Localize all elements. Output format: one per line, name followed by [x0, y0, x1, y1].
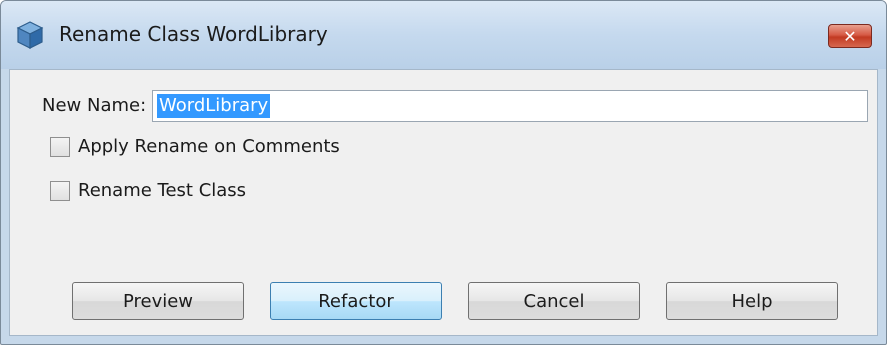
window-title: Rename Class WordLibrary — [59, 22, 328, 46]
close-button[interactable]: ✕ — [828, 24, 872, 48]
new-name-input[interactable]: WordLibrary — [152, 90, 868, 122]
rename-class-dialog: Rename Class WordLibrary ✕ New Name: Wor… — [0, 0, 887, 345]
dialog-content: New Name: WordLibrary Apply Rename on Co… — [9, 69, 878, 336]
new-name-value: WordLibrary — [157, 94, 271, 118]
title-bar[interactable]: Rename Class WordLibrary ✕ — [1, 1, 886, 69]
rename-test-class-label: Rename Test Class — [78, 180, 247, 201]
netbeans-cube-icon — [16, 21, 44, 49]
preview-button[interactable]: Preview — [72, 282, 244, 320]
apply-rename-on-comments-label: Apply Rename on Comments — [78, 136, 340, 157]
apply-rename-on-comments-checkbox[interactable] — [50, 136, 70, 157]
new-name-label: New Name: — [42, 95, 147, 116]
cancel-button[interactable]: Cancel — [468, 282, 640, 320]
rename-test-class-checkbox[interactable] — [50, 180, 70, 201]
close-icon: ✕ — [843, 26, 857, 46]
help-button[interactable]: Help — [666, 282, 838, 320]
rename-test-class-option[interactable]: Rename Test Class — [50, 180, 246, 201]
apply-rename-on-comments-option[interactable]: Apply Rename on Comments — [50, 136, 340, 157]
refactor-button[interactable]: Refactor — [270, 282, 442, 320]
